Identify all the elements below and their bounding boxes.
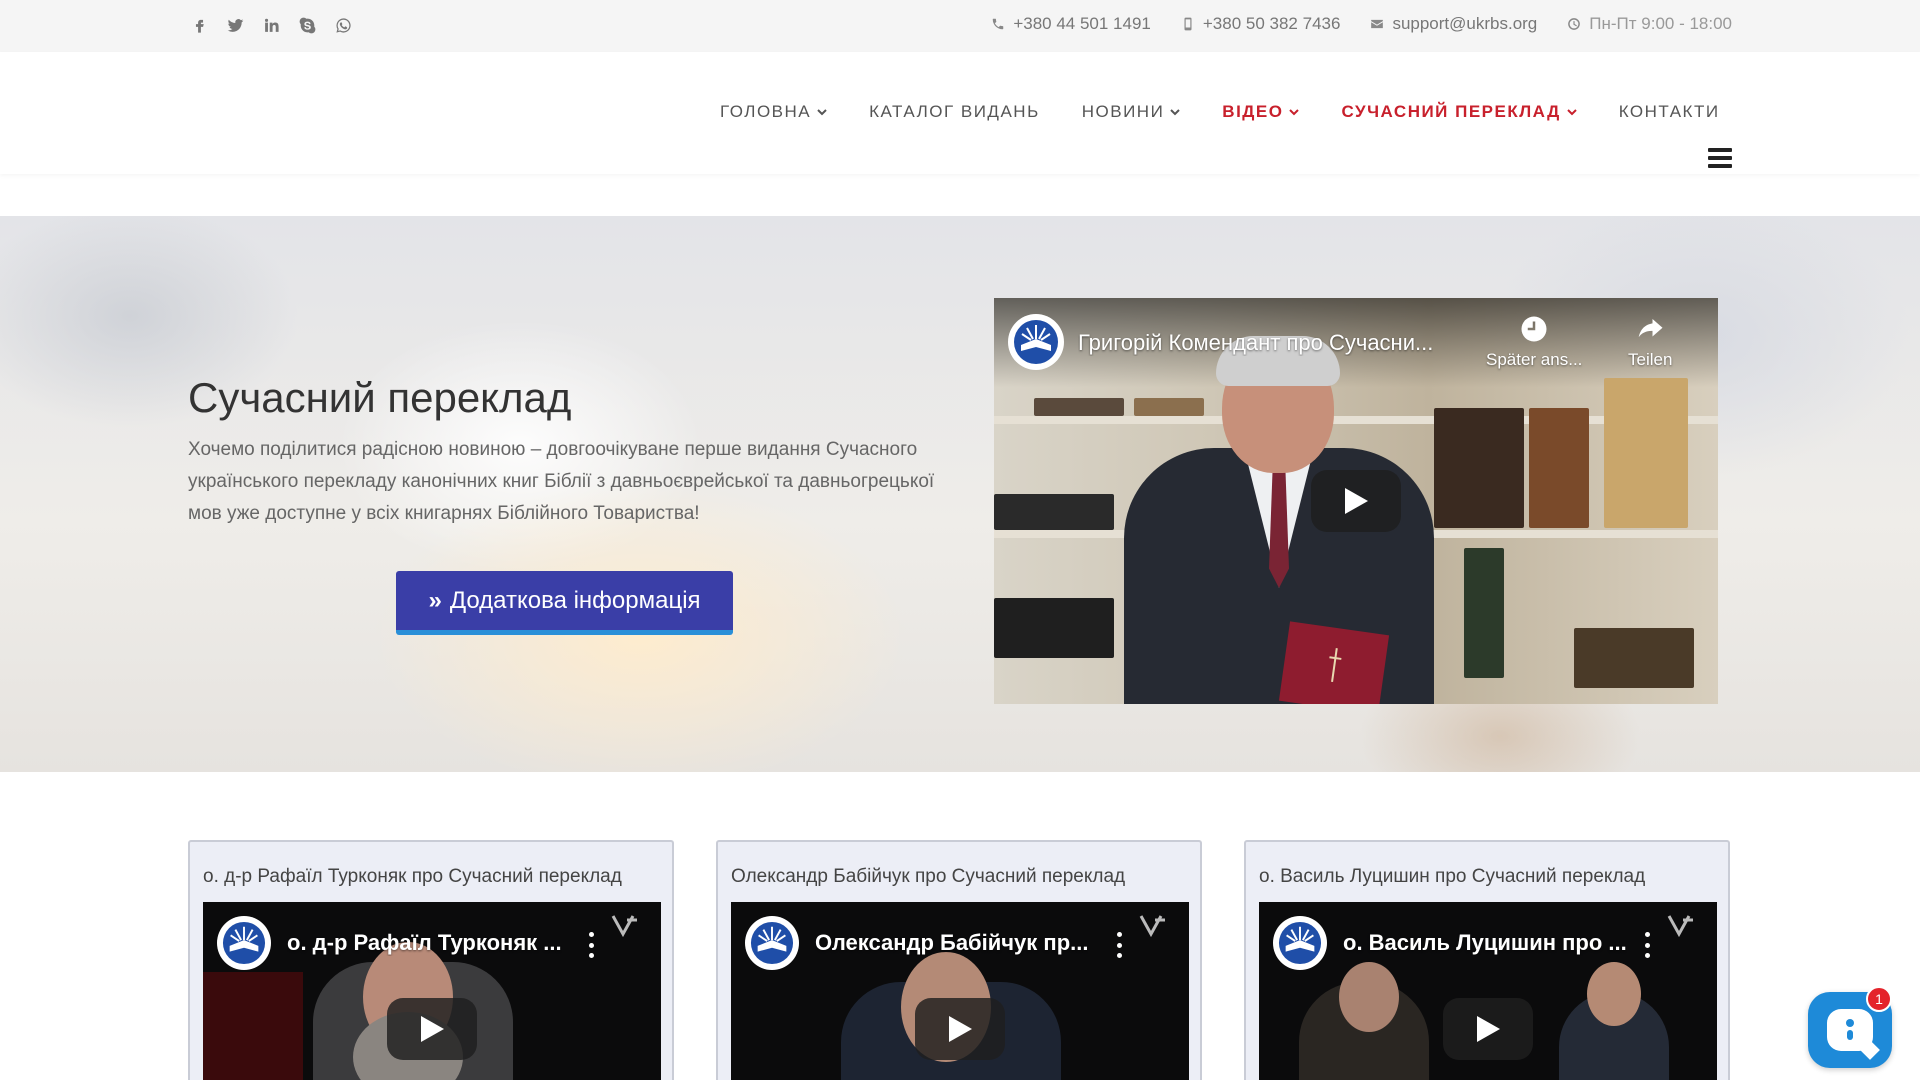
video-title[interactable]: Олександр Бабійчук пр... bbox=[815, 930, 1088, 956]
background-banner bbox=[203, 972, 303, 1080]
chevron-down-icon bbox=[1170, 109, 1181, 116]
chat-bubble-icon bbox=[1827, 1009, 1873, 1051]
envelope-icon bbox=[1371, 19, 1384, 29]
main-header: ГОЛОВНА КАТАЛОГ ВИДАНЬ НОВИНИ ВІДЕО СУЧА… bbox=[0, 52, 1920, 174]
watermark-icon bbox=[1139, 915, 1165, 938]
play-icon bbox=[949, 1016, 972, 1042]
share-button[interactable]: Teilen bbox=[1628, 314, 1672, 370]
whatsapp-icon[interactable] bbox=[332, 14, 354, 36]
nav-item-label: ГОЛОВНА bbox=[720, 102, 812, 121]
twitter-icon[interactable] bbox=[224, 14, 246, 36]
mobile-icon bbox=[1184, 17, 1192, 31]
play-button[interactable] bbox=[1443, 998, 1533, 1060]
nav-item-label: НОВИНИ bbox=[1081, 102, 1165, 121]
video-title[interactable]: о. д-р Рафаїл Турконяк ... bbox=[287, 930, 562, 956]
book bbox=[1604, 378, 1688, 528]
nav-item-modern-translation[interactable]: СУЧАСНИЙ ПЕРЕКЛАД bbox=[1341, 102, 1577, 122]
facebook-icon[interactable] bbox=[188, 14, 210, 36]
nav-item-label: КАТАЛОГ ВИДАНЬ bbox=[869, 102, 1040, 121]
phone-1[interactable]: +380 44 501 1491 bbox=[991, 14, 1151, 34]
clock-icon bbox=[1521, 316, 1547, 342]
nav-item-home[interactable]: ГОЛОВНА bbox=[720, 102, 827, 122]
hero-text: Хочемо поділитися радісною новиною – дов… bbox=[188, 439, 935, 524]
email[interactable]: support@ukrbs.org bbox=[1370, 14, 1537, 34]
play-icon bbox=[1345, 488, 1368, 514]
watermark-icon bbox=[611, 915, 637, 938]
main-video-player[interactable]: Григорій Комендант про Сучасни... Später… bbox=[994, 298, 1718, 704]
nav-item-catalog[interactable]: КАТАЛОГ ВИДАНЬ bbox=[869, 102, 1040, 122]
main-nav: ГОЛОВНА КАТАЛОГ ВИДАНЬ НОВИНИ ВІДЕО СУЧА… bbox=[720, 102, 1720, 122]
video-card-player[interactable]: о. д-р Рафаїл Турконяк ... bbox=[203, 902, 661, 1080]
contact-info: +380 44 501 1491 +380 50 382 7436 suppor… bbox=[991, 14, 1732, 34]
channel-logo-icon[interactable] bbox=[745, 916, 799, 970]
channel-logo-icon[interactable] bbox=[1273, 916, 1327, 970]
main-video-title[interactable]: Григорій Комендант про Сучасни... bbox=[1078, 330, 1433, 356]
more-info-button-label: Додаткова інформація bbox=[449, 586, 701, 614]
book-stack bbox=[1034, 398, 1124, 416]
play-button[interactable] bbox=[1311, 470, 1401, 532]
hero-section: Сучасний переклад Хочемо поділитися раді… bbox=[0, 216, 1920, 772]
more-options-icon[interactable] bbox=[1645, 932, 1651, 958]
hero-title: Сучасний переклад bbox=[188, 374, 572, 421]
phone-2[interactable]: +380 50 382 7436 bbox=[1181, 14, 1341, 34]
video-title[interactable]: о. Василь Луцишин про ... bbox=[1343, 930, 1627, 956]
play-icon bbox=[1477, 1016, 1500, 1042]
play-button[interactable] bbox=[387, 998, 477, 1060]
bible-book bbox=[1278, 621, 1390, 704]
hours-text: Пн-Пт 9:00 - 18:00 bbox=[1589, 14, 1732, 33]
phone-1-text: +380 44 501 1491 bbox=[1013, 14, 1151, 33]
double-chevron-right-icon: » bbox=[428, 586, 442, 614]
watch-later-label: Später ans... bbox=[1486, 350, 1583, 369]
more-options-icon[interactable] bbox=[1117, 932, 1123, 958]
book bbox=[1434, 408, 1524, 528]
hamburger-menu-icon[interactable] bbox=[1708, 148, 1732, 168]
nav-item-label: КОНТАКТИ bbox=[1618, 102, 1720, 121]
video-card-player[interactable]: о. Василь Луцишин про ... bbox=[1259, 902, 1717, 1080]
nav-item-video[interactable]: ВІДЕО bbox=[1222, 102, 1300, 122]
video-card-title: о. д-р Рафаїл Турконяк про Сучасний пере… bbox=[203, 866, 622, 887]
share-label: Teilen bbox=[1628, 350, 1673, 369]
phone-2-text: +380 50 382 7436 bbox=[1202, 14, 1341, 33]
cross-icon bbox=[1326, 647, 1343, 682]
chevron-down-icon bbox=[817, 109, 827, 116]
chevron-down-icon bbox=[1289, 109, 1300, 116]
play-icon bbox=[421, 1016, 444, 1042]
book bbox=[1529, 408, 1589, 528]
social-links bbox=[188, 14, 354, 36]
skype-icon[interactable] bbox=[296, 14, 318, 36]
nav-item-label: ВІДЕО bbox=[1222, 102, 1284, 121]
book-stack bbox=[1134, 398, 1204, 416]
book-stack bbox=[1574, 628, 1694, 688]
book-stack bbox=[994, 598, 1114, 658]
phone-icon bbox=[993, 18, 1004, 30]
top-bar: +380 44 501 1491 +380 50 382 7436 suppor… bbox=[0, 0, 1920, 52]
working-hours: Пн-Пт 9:00 - 18:00 bbox=[1567, 14, 1732, 34]
person-head bbox=[1587, 962, 1641, 1026]
linkedin-icon[interactable] bbox=[260, 14, 282, 36]
nav-item-news[interactable]: НОВИНИ bbox=[1082, 102, 1181, 122]
nav-item-contacts[interactable]: КОНТАКТИ bbox=[1619, 102, 1720, 122]
book-stack bbox=[994, 494, 1114, 530]
channel-logo-icon[interactable] bbox=[1008, 314, 1064, 370]
channel-logo-icon[interactable] bbox=[217, 916, 271, 970]
chat-notification-badge: 1 bbox=[1866, 986, 1892, 1012]
email-text: support@ukrbs.org bbox=[1392, 14, 1538, 33]
more-info-button[interactable]: » Додаткова інформація bbox=[396, 571, 733, 635]
more-options-icon[interactable] bbox=[589, 932, 595, 958]
play-button[interactable] bbox=[915, 998, 1005, 1060]
nav-item-label: СУЧАСНИЙ ПЕРЕКЛАД bbox=[1341, 102, 1561, 121]
video-card: о. Василь Луцишин про Сучасний переклад … bbox=[1244, 840, 1730, 1080]
video-card-title: о. Василь Луцишин про Сучасний переклад bbox=[1259, 866, 1646, 887]
chevron-down-icon bbox=[1566, 109, 1577, 116]
book bbox=[1464, 548, 1504, 678]
video-card-title: Олександр Бабійчук про Сучасний переклад bbox=[731, 866, 1126, 887]
share-icon bbox=[1638, 319, 1663, 338]
video-card-player[interactable]: Олександр Бабійчук пр... bbox=[731, 902, 1189, 1080]
watermark-icon bbox=[1667, 915, 1693, 938]
video-card: о. д-р Рафаїл Турконяк про Сучасний пере… bbox=[188, 840, 674, 1080]
clock-icon bbox=[1568, 18, 1581, 30]
person-head bbox=[1339, 962, 1399, 1032]
watch-later-button[interactable]: Später ans... bbox=[1486, 314, 1582, 370]
video-card: Олександр Бабійчук про Сучасний переклад… bbox=[716, 840, 1202, 1080]
